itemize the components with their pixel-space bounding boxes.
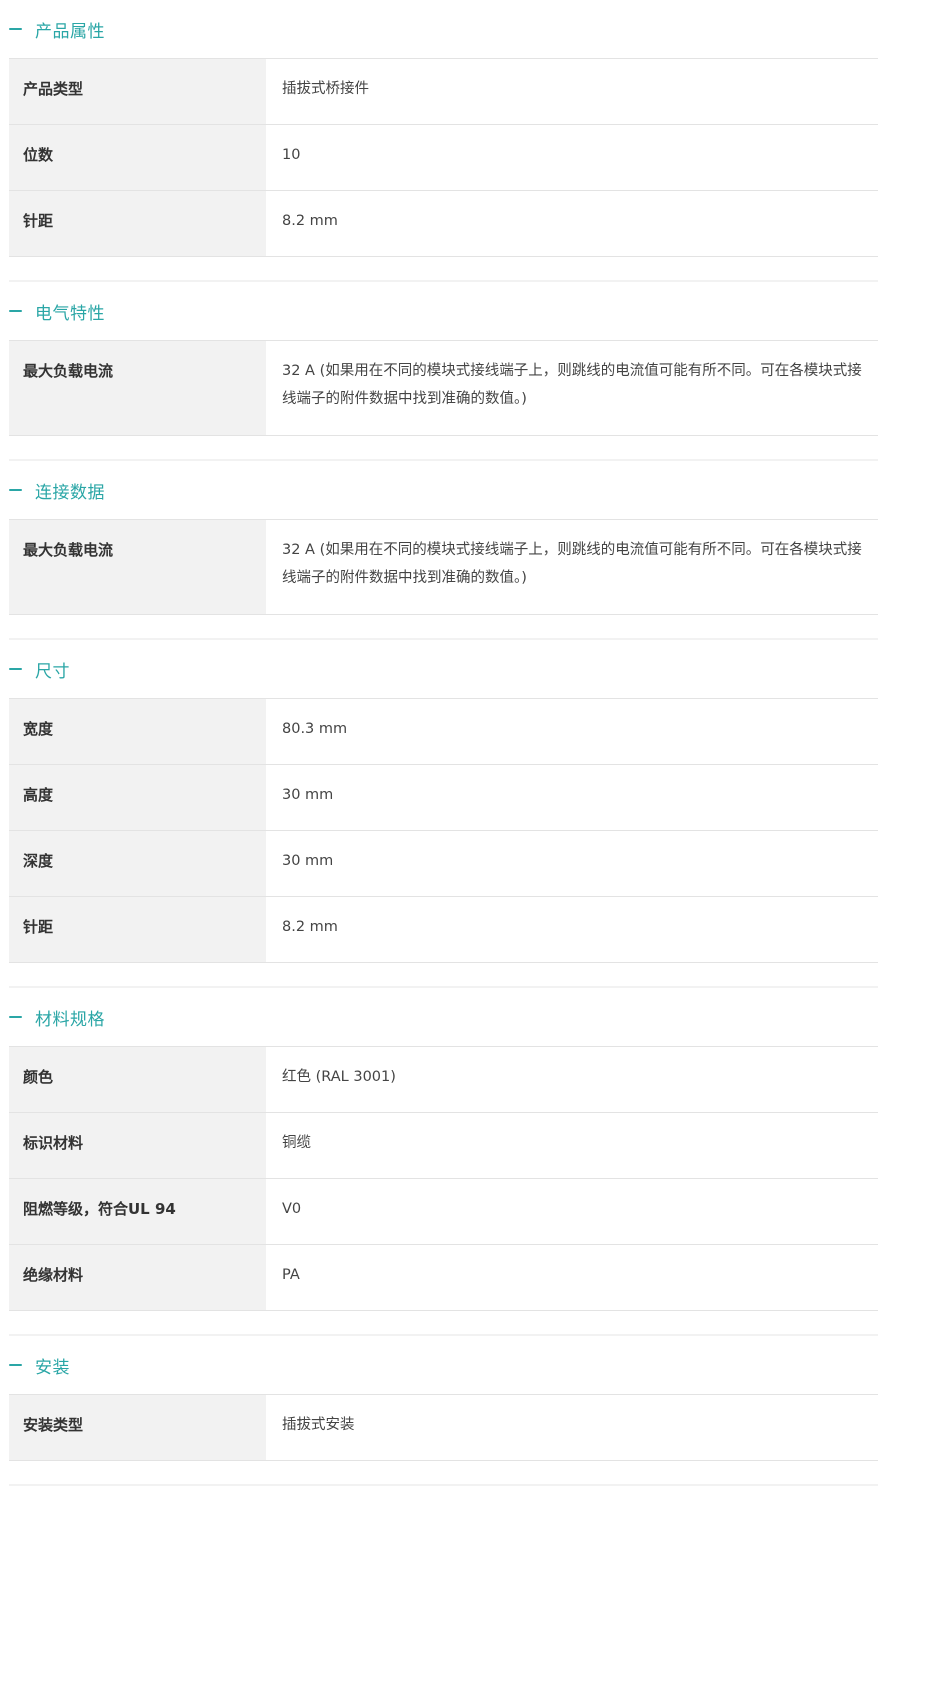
property-label: 标识材料 [9,1113,266,1178]
minus-icon[interactable] [9,668,22,670]
property-label: 高度 [9,765,266,830]
properties-table: 最大负载电流 32 A (如果用在不同的模块式接线端子上，则跳线的电流值可能有所… [9,520,878,615]
property-label: 最大负载电流 [9,520,266,614]
property-value: V0 [282,1201,302,1217]
table-row: 绝缘材料 PA [9,1245,878,1311]
table-row: 标识材料 铜缆 [9,1113,878,1179]
properties-table: 宽度 80.3 mm 高度 30 mm 深度 30 mm 针距 8.2 mm [9,699,878,963]
section-divider [9,963,878,987]
property-value: 30 mm [282,787,334,803]
property-label: 深度 [9,831,266,896]
section-header[interactable]: 安装 [9,1336,878,1395]
section-connection-data: 连接数据 最大负载电流 32 A (如果用在不同的模块式接线端子上，则跳线的电流… [9,461,878,640]
minus-icon[interactable] [9,489,22,491]
table-row: 最大负载电流 32 A (如果用在不同的模块式接线端子上，则跳线的电流值可能有所… [9,341,878,436]
section-title: 安装 [35,1357,70,1378]
property-value: 插拔式安装 [282,1417,355,1433]
property-value: 铜缆 [282,1135,311,1151]
section-divider [9,257,878,281]
property-label: 安装类型 [9,1395,266,1460]
property-value: 8.2 mm [282,213,338,229]
property-label: 绝缘材料 [9,1245,266,1310]
properties-table: 安装类型 插拔式安装 [9,1395,878,1461]
section-installation: 安装 安装类型 插拔式安装 [9,1336,878,1486]
section-divider [9,1311,878,1335]
minus-icon[interactable] [9,28,22,30]
section-divider [9,436,878,460]
property-value: 插拔式桥接件 [282,81,369,97]
section-material-specs: 材料规格 颜色 红色 (RAL 3001) 标识材料 铜缆 阻燃等级，符合UL … [9,988,878,1336]
section-dimensions: 尺寸 宽度 80.3 mm 高度 30 mm 深度 30 mm 针距 8.2 m… [9,640,878,988]
table-row: 针距 8.2 mm [9,897,878,963]
property-value: 32 A (如果用在不同的模块式接线端子上，则跳线的电流值可能有所不同。可在各模… [282,542,862,586]
section-header[interactable]: 连接数据 [9,461,878,520]
property-label: 产品类型 [9,59,266,124]
minus-icon[interactable] [9,1364,22,1366]
section-title: 连接数据 [35,482,105,503]
table-row: 针距 8.2 mm [9,191,878,257]
table-row: 颜色 红色 (RAL 3001) [9,1047,878,1113]
property-value: 红色 (RAL 3001) [282,1069,396,1085]
minus-icon[interactable] [9,310,22,312]
property-value: 30 mm [282,853,334,869]
section-header[interactable]: 电气特性 [9,282,878,341]
table-row: 最大负载电流 32 A (如果用在不同的模块式接线端子上，则跳线的电流值可能有所… [9,520,878,615]
section-divider [9,1461,878,1485]
property-label: 宽度 [9,699,266,764]
properties-table: 最大负载电流 32 A (如果用在不同的模块式接线端子上，则跳线的电流值可能有所… [9,341,878,436]
section-header[interactable]: 产品属性 [9,0,878,59]
table-row: 深度 30 mm [9,831,878,897]
property-value: 8.2 mm [282,919,338,935]
property-value: 10 [282,147,301,163]
section-title: 材料规格 [35,1009,105,1030]
section-divider [9,615,878,639]
table-row: 宽度 80.3 mm [9,699,878,765]
properties-table: 颜色 红色 (RAL 3001) 标识材料 铜缆 阻燃等级，符合UL 94 V0… [9,1047,878,1311]
property-label: 最大负载电流 [9,341,266,435]
property-label: 颜色 [9,1047,266,1112]
table-row: 安装类型 插拔式安装 [9,1395,878,1461]
table-row: 高度 30 mm [9,765,878,831]
property-value: PA [282,1267,300,1283]
table-row: 位数 10 [9,125,878,191]
table-row: 阻燃等级，符合UL 94 V0 [9,1179,878,1245]
section-header[interactable]: 尺寸 [9,640,878,699]
section-electrical-characteristics: 电气特性 最大负载电流 32 A (如果用在不同的模块式接线端子上，则跳线的电流… [9,282,878,461]
property-value: 32 A (如果用在不同的模块式接线端子上，则跳线的电流值可能有所不同。可在各模… [282,363,862,407]
table-row: 产品类型 插拔式桥接件 [9,59,878,125]
property-value: 80.3 mm [282,721,348,737]
section-title: 尺寸 [35,661,70,682]
product-spec-page: 产品属性 产品类型 插拔式桥接件 位数 10 针距 8.2 mm 电气特性 最大… [9,0,878,1486]
section-title: 电气特性 [35,303,105,324]
property-label: 阻燃等级，符合UL 94 [9,1179,266,1244]
property-label: 位数 [9,125,266,190]
properties-table: 产品类型 插拔式桥接件 位数 10 针距 8.2 mm [9,59,878,257]
section-title: 产品属性 [35,21,105,42]
minus-icon[interactable] [9,1016,22,1018]
section-header[interactable]: 材料规格 [9,988,878,1047]
property-label: 针距 [9,191,266,256]
property-label: 针距 [9,897,266,962]
section-product-properties: 产品属性 产品类型 插拔式桥接件 位数 10 针距 8.2 mm [9,0,878,282]
